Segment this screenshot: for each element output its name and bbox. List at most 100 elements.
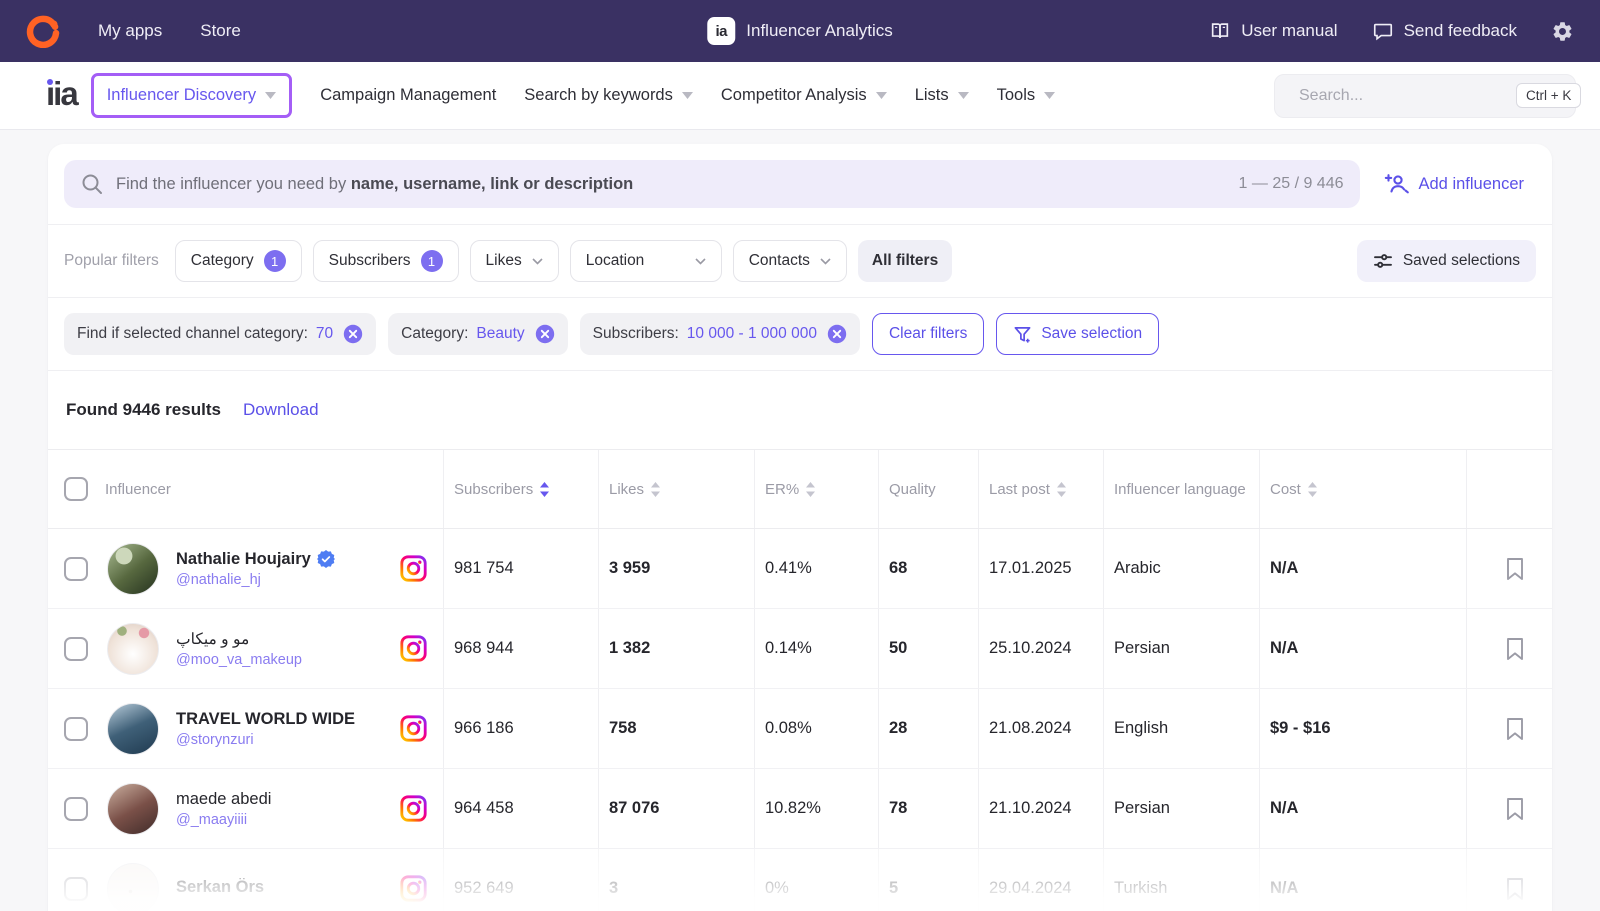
- influencer-username[interactable]: @storynzuri: [176, 732, 392, 748]
- row-checkbox[interactable]: [64, 637, 88, 661]
- topbar: My apps Store ia Influencer Analytics Us…: [0, 0, 1600, 62]
- save-selection-button[interactable]: Save selection: [996, 313, 1159, 355]
- nav-item-search-by-keywords[interactable]: Search by keywords: [524, 86, 693, 105]
- row-checkbox[interactable]: [64, 877, 88, 901]
- er-value: 10.82%: [754, 769, 878, 848]
- instagram-icon[interactable]: [400, 875, 427, 902]
- content-card: Find the influencer you need by name, us…: [48, 144, 1552, 911]
- semrush-logo-icon[interactable]: [26, 14, 60, 48]
- header-last-post[interactable]: Last post: [978, 450, 1103, 528]
- influencer-search-input[interactable]: Find the influencer you need by name, us…: [64, 160, 1360, 208]
- settings-gear-icon[interactable]: [1551, 20, 1574, 43]
- influencer-name[interactable]: maede abedi: [176, 790, 271, 809]
- filter-contacts[interactable]: Contacts: [733, 240, 847, 282]
- cost-value: N/A: [1259, 849, 1466, 911]
- last-post-value: 21.10.2024: [978, 769, 1103, 848]
- cost-value: N/A: [1259, 769, 1466, 848]
- header-cost[interactable]: Cost: [1259, 450, 1466, 528]
- bookmark-icon[interactable]: [1505, 797, 1525, 821]
- feedback-bubble-icon: [1372, 20, 1394, 42]
- topbar-store[interactable]: Store: [200, 21, 241, 41]
- influencer-username[interactable]: @nathalie_hj: [176, 572, 392, 588]
- table-row: TRAVEL WORLD WIDE @storynzuri 966 186 75…: [48, 689, 1552, 769]
- clear-filters-button[interactable]: Clear filters: [872, 313, 984, 355]
- table-row: Serkan Örs 952 649 3 0% 5 29.04.2024 Tur…: [48, 849, 1552, 911]
- remove-filter-icon[interactable]: [535, 324, 555, 344]
- quality-value: 28: [878, 689, 978, 768]
- header-likes[interactable]: Likes: [598, 450, 754, 528]
- influencer-name[interactable]: Serkan Örs: [176, 878, 264, 897]
- sort-icon: [806, 482, 815, 497]
- header-language: Influencer language: [1103, 450, 1259, 528]
- language-value: Persian: [1103, 769, 1259, 848]
- search-icon: [80, 172, 104, 196]
- nav-item-competitor-analysis[interactable]: Competitor Analysis: [721, 86, 887, 105]
- nav-item-tools[interactable]: Tools: [997, 86, 1056, 105]
- subscribers-value: 981 754: [443, 529, 598, 608]
- download-link[interactable]: Download: [243, 400, 319, 420]
- row-checkbox[interactable]: [64, 717, 88, 741]
- table-row: Nathalie Houjairy @nathalie_hj 981 754 3: [48, 529, 1552, 609]
- user-manual-link[interactable]: User manual: [1209, 20, 1337, 42]
- book-icon: [1209, 20, 1231, 42]
- remove-filter-icon[interactable]: [827, 324, 847, 344]
- instagram-icon[interactable]: [400, 555, 427, 582]
- influencer-name[interactable]: مو و ميكاپ: [176, 630, 249, 649]
- last-post-value: 21.08.2024: [978, 689, 1103, 768]
- saved-selections-button[interactable]: Saved selections: [1357, 240, 1536, 282]
- avatar: [107, 703, 159, 755]
- table-header: Influencer Subscribers Likes ER% Quality…: [48, 449, 1552, 529]
- bookmark-icon[interactable]: [1505, 717, 1525, 741]
- send-feedback-link[interactable]: Send feedback: [1372, 20, 1517, 42]
- nav-item-lists[interactable]: Lists: [915, 86, 969, 105]
- chevron-down-icon: [532, 258, 543, 265]
- popular-filters-label: Popular filters: [64, 252, 159, 270]
- influencer-name[interactable]: TRAVEL WORLD WIDE: [176, 710, 355, 729]
- chevron-down-icon: [265, 92, 276, 99]
- instagram-icon[interactable]: [400, 715, 427, 742]
- nav-item-influencer-discovery[interactable]: Influencer Discovery: [91, 73, 292, 118]
- row-checkbox[interactable]: [64, 797, 88, 821]
- avatar: [107, 783, 159, 835]
- nav-item-campaign-management[interactable]: Campaign Management: [320, 86, 496, 105]
- select-all-checkbox[interactable]: [64, 477, 88, 501]
- avatar: [107, 623, 159, 675]
- add-influencer-button[interactable]: Add influencer: [1384, 172, 1537, 196]
- funnel-icon: [1013, 325, 1032, 344]
- remove-filter-icon[interactable]: [343, 324, 363, 344]
- pagination-counter: 1 — 25 / 9 446: [1239, 175, 1344, 193]
- sort-icon: [651, 482, 660, 497]
- bookmark-icon[interactable]: [1505, 877, 1525, 901]
- instagram-icon[interactable]: [400, 635, 427, 662]
- filter-likes[interactable]: Likes: [470, 240, 559, 282]
- applied-filters-section: Find if selected channel category: 70 Ca…: [48, 298, 1552, 371]
- influencer-username[interactable]: @moo_va_makeup: [176, 652, 392, 668]
- influencer-name[interactable]: Nathalie Houjairy: [176, 550, 311, 569]
- filter-location[interactable]: Location: [570, 240, 722, 282]
- header-subscribers[interactable]: Subscribers: [443, 450, 598, 528]
- global-search[interactable]: Ctrl + K: [1274, 74, 1576, 118]
- header-quality: Quality: [878, 450, 978, 528]
- bookmark-icon[interactable]: [1505, 557, 1525, 581]
- page-content: Find the influencer you need by name, us…: [0, 130, 1600, 911]
- bookmark-icon[interactable]: [1505, 637, 1525, 661]
- subscribers-value: 966 186: [443, 689, 598, 768]
- global-search-input[interactable]: [1299, 87, 1506, 105]
- chevron-down-icon: [958, 92, 969, 99]
- sort-icon: [1308, 482, 1317, 497]
- er-value: 0.41%: [754, 529, 878, 608]
- instagram-icon[interactable]: [400, 795, 427, 822]
- header-er[interactable]: ER%: [754, 450, 878, 528]
- all-filters-button[interactable]: All filters: [858, 240, 952, 282]
- chevron-down-icon: [876, 92, 887, 99]
- row-checkbox[interactable]: [64, 557, 88, 581]
- topbar-my-apps[interactable]: My apps: [98, 21, 162, 41]
- cost-value: N/A: [1259, 609, 1466, 688]
- quality-value: 68: [878, 529, 978, 608]
- filter-subscribers[interactable]: Subscribers 1: [313, 240, 459, 282]
- subscribers-value: 964 458: [443, 769, 598, 848]
- likes-value: 3: [598, 849, 754, 911]
- ia-logo[interactable]: ıiaia: [46, 75, 77, 113]
- influencer-username[interactable]: @_maayiiii: [176, 812, 392, 828]
- filter-category[interactable]: Category 1: [175, 240, 302, 282]
